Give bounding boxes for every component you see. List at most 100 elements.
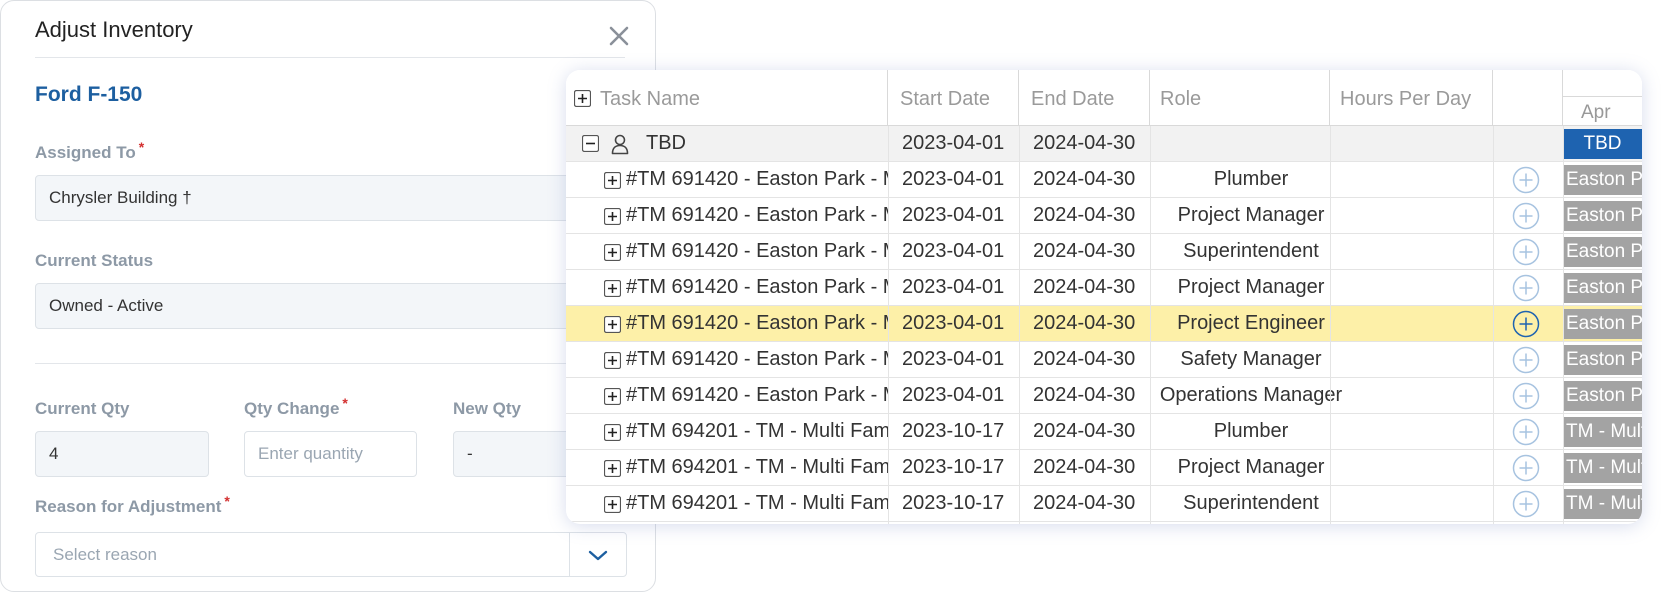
gantt-bar[interactable]: Easton Park	[1563, 201, 1642, 231]
current-qty-value: 4	[49, 444, 59, 463]
role: Safety Manager	[1180, 348, 1322, 370]
column-end-date[interactable]: End Date	[1019, 70, 1150, 126]
column-divider	[1019, 126, 1020, 524]
adjust-inventory-modal: Adjust Inventory Ford F-150 Assigned To *…	[0, 0, 656, 592]
expand-all-icon[interactable]	[574, 90, 591, 107]
table-row[interactable]: #TM 691420 - Easton Park - Multi 2023-04-…	[566, 306, 1642, 342]
user-icon	[611, 134, 629, 155]
collapse-icon[interactable]	[582, 135, 599, 152]
vehicle-name: Ford F-150	[35, 83, 143, 106]
add-circle-icon[interactable]	[1512, 274, 1540, 302]
task-name: #TM 694201 - TM - Multi Family	[626, 492, 888, 514]
gantt-bar[interactable]: Easton Park	[1563, 237, 1642, 267]
gantt-bar[interactable]: TM - Multi	[1563, 453, 1642, 483]
qty-change-label: Qty Change *	[244, 395, 348, 418]
add-circle-icon[interactable]	[1512, 454, 1540, 482]
group-start-date: 2023-04-01	[902, 132, 1005, 154]
timeline-year-header	[1563, 70, 1642, 97]
modal-title: Adjust Inventory	[35, 17, 193, 42]
assigned-to-value: Chrysler Building †	[49, 188, 192, 207]
table-row[interactable]: #TM 691420 - Easton Park - Multi 2023-04-…	[566, 198, 1642, 234]
expand-icon[interactable]	[604, 352, 621, 369]
end-date: 2024-04-30	[1033, 240, 1136, 262]
current-qty-field[interactable]: 4	[35, 431, 209, 477]
role: Plumber	[1213, 420, 1289, 442]
expand-icon[interactable]	[604, 172, 621, 189]
title-divider	[35, 57, 625, 58]
grid-header: Task Name Start Date End Date Role Hours…	[566, 70, 1642, 126]
column-start-date[interactable]: Start Date	[888, 70, 1019, 126]
gantt-bar[interactable]: TM - Multi	[1563, 417, 1642, 447]
qty-change-input[interactable]: Enter quantity	[244, 431, 417, 477]
add-circle-icon[interactable]	[1512, 202, 1540, 230]
reason-select[interactable]: Select reason	[35, 532, 627, 577]
expand-icon[interactable]	[604, 280, 621, 297]
end-date: 2024-04-30	[1033, 456, 1136, 478]
role: Project Engineer	[1177, 312, 1325, 334]
close-icon[interactable]	[606, 23, 632, 49]
column-hours-per-day[interactable]: Hours Per Day	[1330, 70, 1493, 126]
table-row[interactable]: #TM 694201 - TM - Multi Family 2023-10-17…	[566, 450, 1642, 486]
expand-icon[interactable]	[604, 460, 621, 477]
role: Superintendent	[1183, 240, 1319, 262]
add-circle-icon[interactable]	[1512, 418, 1540, 446]
add-circle-icon[interactable]	[1512, 238, 1540, 266]
resource-grid: Task Name Start Date End Date Role Hours…	[566, 70, 1642, 524]
column-task-name[interactable]: Task Name	[566, 70, 888, 126]
table-row[interactable]: #TM 691420 - Easton Park - Multi 2023-04-…	[566, 270, 1642, 306]
gantt-bar[interactable]: Easton Park	[1563, 273, 1642, 303]
gantt-bar[interactable]: Easton Park	[1563, 381, 1642, 411]
add-circle-icon[interactable]	[1512, 490, 1540, 518]
gantt-bar[interactable]: Easton Park	[1563, 165, 1642, 195]
section-divider	[35, 363, 625, 364]
start-date: 2023-04-01	[902, 240, 1005, 262]
expand-icon[interactable]	[604, 496, 621, 513]
column-role[interactable]: Role	[1150, 70, 1330, 126]
start-date: 2023-04-01	[902, 384, 1005, 406]
add-circle-icon[interactable]	[1512, 346, 1540, 374]
table-row[interactable]: #TM 691420 - Easton Park - Multi 2023-04-…	[566, 342, 1642, 378]
select-divider	[569, 533, 570, 576]
end-date: 2024-04-30	[1033, 204, 1136, 226]
expand-icon[interactable]	[604, 208, 621, 225]
table-row[interactable]: #TM 691420 - Easton Park - Multi 2023-04-…	[566, 162, 1642, 198]
end-date: 2024-04-30	[1033, 420, 1136, 442]
table-row[interactable]: #TM 691420 - Easton Park - Multi 2023-04-…	[566, 378, 1642, 414]
add-circle-icon[interactable]	[1512, 166, 1540, 194]
end-date: 2024-04-30	[1033, 348, 1136, 370]
qty-change-placeholder: Enter quantity	[258, 444, 363, 463]
task-name: #TM 691420 - Easton Park - Multi	[626, 168, 888, 190]
group-name: TBD	[646, 132, 686, 154]
end-date: 2024-04-30	[1033, 168, 1136, 190]
expand-icon[interactable]	[604, 316, 621, 333]
table-row[interactable]: #TM 691420 - Easton Park - Multi 2023-04-…	[566, 234, 1642, 270]
add-circle-icon[interactable]	[1512, 382, 1540, 410]
gantt-bar[interactable]: Easton Park	[1563, 309, 1642, 339]
current-status-label: Current Status	[35, 251, 154, 270]
column-divider	[888, 126, 889, 524]
role: Operations Manager	[1159, 384, 1343, 406]
assigned-to-field[interactable]: Chrysler Building †	[35, 175, 635, 221]
current-qty-label: Current Qty	[35, 399, 130, 418]
required-marker: *	[138, 139, 145, 155]
gantt-bar[interactable]: Easton Park	[1563, 345, 1642, 375]
gantt-bar[interactable]: TM - Multi	[1563, 489, 1642, 519]
current-status-field[interactable]: Owned - Active	[35, 283, 635, 329]
expand-icon[interactable]	[604, 244, 621, 261]
start-date: 2023-04-01	[902, 168, 1005, 190]
gantt-bar-group[interactable]: TBD	[1563, 129, 1642, 159]
reason-placeholder: Select reason	[53, 545, 157, 564]
column-divider	[1150, 126, 1151, 524]
group-row[interactable]: TBD 2023-04-01 2024-04-30 TBD	[566, 126, 1642, 162]
expand-icon[interactable]	[604, 388, 621, 405]
start-date: 2023-04-01	[902, 276, 1005, 298]
table-row[interactable]: #TM 694201 - TM - Multi Family 2023-10-17…	[566, 414, 1642, 450]
start-date: 2023-10-17	[902, 420, 1005, 442]
table-row[interactable]: #TM 694201 - TM - Multi Family 2023-10-17…	[566, 486, 1642, 522]
end-date: 2024-04-30	[1033, 492, 1136, 514]
role: Project Manager	[1177, 204, 1325, 226]
expand-icon[interactable]	[604, 424, 621, 441]
start-date: 2023-04-01	[902, 204, 1005, 226]
add-circle-icon[interactable]	[1512, 310, 1540, 338]
chevron-down-icon[interactable]	[586, 544, 610, 566]
